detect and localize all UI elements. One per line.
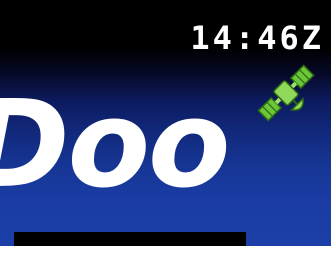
satellite-icon [252,59,320,127]
splash-logo-text: Doo [0,76,230,215]
screen-bezel-edge [0,246,331,253]
loading-bar [14,232,246,246]
utc-clock: 14:46Z [190,19,324,57]
device-screen: 14:46Z Doo [0,0,331,246]
